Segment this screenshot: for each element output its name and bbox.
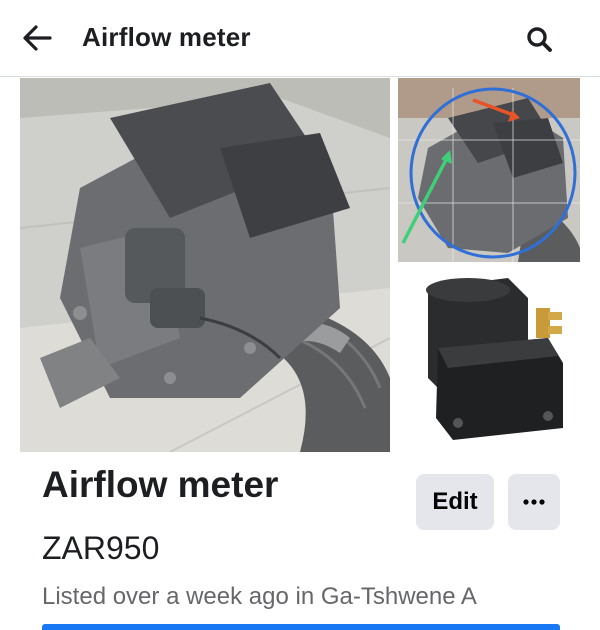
more-dots-icon xyxy=(523,499,545,505)
search-button[interactable] xyxy=(524,24,556,56)
more-options-button[interactable] xyxy=(508,474,560,530)
search-icon xyxy=(527,27,552,52)
page-title: Airflow meter xyxy=(82,22,251,52)
main-photo[interactable] xyxy=(20,78,390,452)
back-button[interactable] xyxy=(20,22,56,54)
top-app-bar: Airflow meter xyxy=(0,0,600,77)
photo-gallery xyxy=(20,78,580,452)
listing-meta: Listed over a week ago in Ga-Tshwene A xyxy=(42,583,477,610)
primary-action-bar[interactable] xyxy=(42,624,560,630)
edit-button[interactable]: Edit xyxy=(416,474,494,530)
coil-photo[interactable] xyxy=(398,268,580,452)
arrow-left-icon xyxy=(23,25,52,51)
listing-title: Airflow meter xyxy=(42,464,279,505)
listing-price: ZAR950 xyxy=(42,530,160,566)
annotated-photo[interactable] xyxy=(398,78,580,262)
